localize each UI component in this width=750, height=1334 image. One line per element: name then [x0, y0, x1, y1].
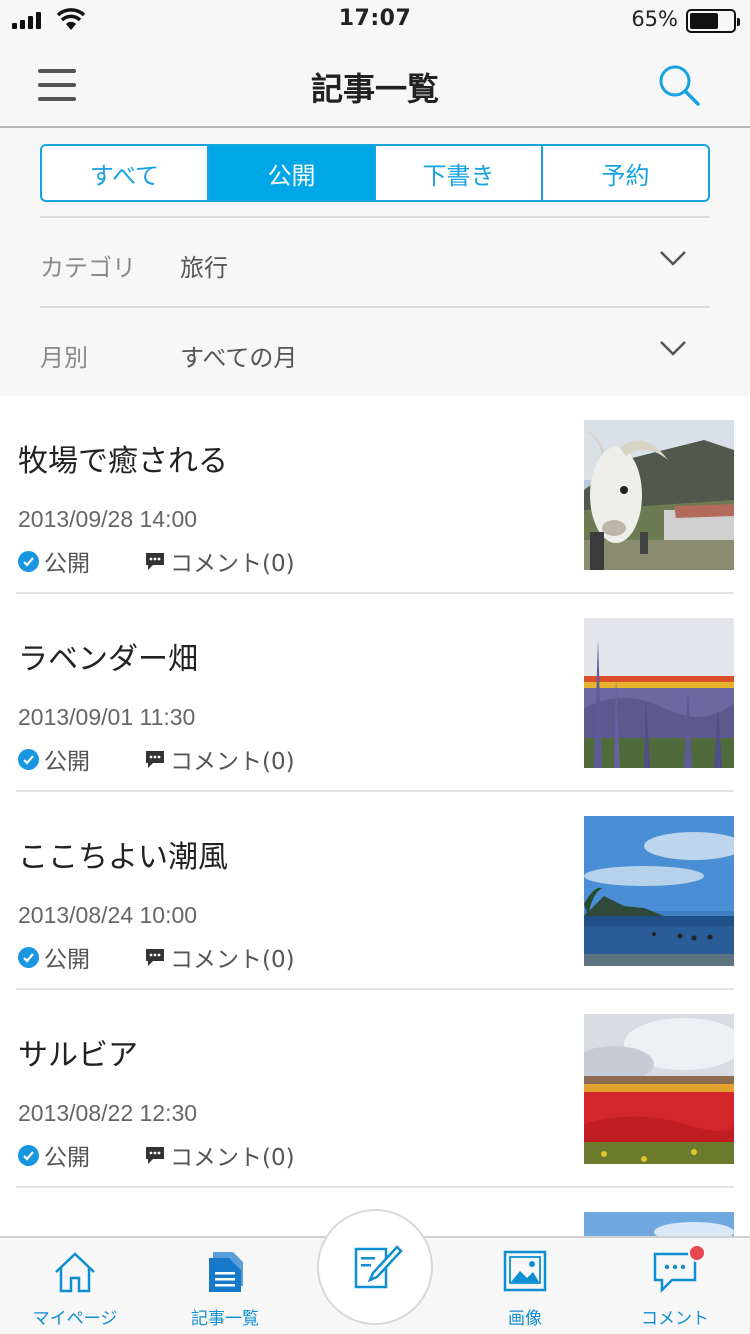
- article-comments[interactable]: コメント(0): [144, 742, 295, 776]
- category-filter-value: 旅行: [180, 254, 228, 282]
- article-meta: 公開 コメント(0): [18, 940, 295, 974]
- check-circle-icon: [18, 550, 39, 572]
- status-segmented-control: すべて 公開 下書き 予約: [40, 144, 710, 202]
- goat-photo: [584, 420, 734, 570]
- navigation-bar: 記事一覧: [0, 40, 750, 128]
- article-status: 公開: [18, 544, 144, 578]
- ocean-photo: [584, 816, 734, 966]
- tab-comments-label: コメント: [641, 1309, 709, 1329]
- comment-bubble-icon: [146, 949, 164, 966]
- article-date: 2013/08/22 12:30: [18, 1100, 198, 1126]
- segment-published[interactable]: 公開: [207, 146, 374, 200]
- article-date: 2013/09/01 11:30: [18, 704, 196, 730]
- article-status-label: 公開: [44, 551, 90, 577]
- article-list: 牧場で癒される 2013/09/28 14:00 公開 コメント(0) ラベンダ…: [0, 396, 750, 1238]
- article-title: サルビア: [18, 1038, 138, 1073]
- pencil-icon: [354, 1245, 403, 1289]
- article-comments[interactable]: コメント(0): [144, 940, 295, 974]
- chevron-down-icon: [660, 341, 686, 356]
- image-icon: [503, 1250, 547, 1292]
- battery-icon: [686, 9, 740, 33]
- document-icon: [209, 1252, 243, 1292]
- article-title: ラベンダー畑: [18, 642, 198, 677]
- article-status: 公開: [18, 1138, 144, 1172]
- comment-bubble-icon: [146, 553, 164, 570]
- tab-images-label: 画像: [508, 1309, 542, 1329]
- tab-comments[interactable]: コメント: [600, 1238, 750, 1334]
- article-status-label: 公開: [44, 749, 90, 775]
- check-circle-icon: [18, 946, 39, 968]
- search-icon[interactable]: [656, 62, 702, 108]
- article-row[interactable]: ここちよい潮風 2013/08/24 10:00 公開 コメント(0): [16, 792, 734, 990]
- tab-articles-label: 記事一覧: [191, 1309, 259, 1329]
- category-filter-label: カテゴリ: [40, 254, 136, 282]
- article-title: 牧場で癒される: [18, 444, 228, 479]
- comment-bubble-icon: [146, 1147, 164, 1164]
- article-date: 2013/08/24 10:00: [18, 902, 198, 928]
- compose-button[interactable]: [317, 1209, 433, 1325]
- filter-panel: すべて 公開 下書き 予約 カテゴリ 旅行 月別 すべての月: [0, 130, 750, 396]
- article-status-label: 公開: [44, 1145, 90, 1171]
- month-filter-label: 月別: [40, 344, 88, 372]
- home-icon: [55, 1252, 95, 1293]
- article-comments[interactable]: コメント(0): [144, 544, 295, 578]
- month-filter-value: すべての月: [180, 344, 298, 372]
- article-meta: 公開 コメント(0): [18, 544, 295, 578]
- article-status: 公開: [18, 940, 144, 974]
- lavender-photo: [584, 618, 734, 768]
- article-status-label: 公開: [44, 947, 90, 973]
- article-date: 2013/09/28 14:00: [18, 506, 198, 532]
- article-comments-label: コメント(0): [170, 749, 295, 775]
- category-filter-row[interactable]: カテゴリ 旅行: [40, 216, 710, 306]
- article-meta: 公開 コメント(0): [18, 1138, 295, 1172]
- article-row[interactable]: サルビア 2013/08/22 12:30 公開 コメント(0): [16, 990, 734, 1188]
- article-row[interactable]: 牧場で癒される 2013/09/28 14:00 公開 コメント(0): [16, 396, 734, 594]
- article-comments[interactable]: コメント(0): [144, 1138, 295, 1172]
- page-title: 記事一覧: [310, 70, 439, 108]
- check-circle-icon: [18, 1144, 39, 1166]
- check-circle-icon: [18, 748, 39, 770]
- segment-all[interactable]: すべて: [42, 146, 207, 200]
- battery-percentage: 65%: [631, 7, 678, 31]
- hamburger-menu-icon[interactable]: [38, 68, 78, 102]
- article-comments-label: コメント(0): [170, 947, 295, 973]
- salvia-photo: [584, 1014, 734, 1164]
- comment-bubble-icon: [146, 751, 164, 768]
- tab-articles[interactable]: 記事一覧: [150, 1238, 300, 1334]
- article-meta: 公開 コメント(0): [18, 742, 295, 776]
- status-bar: 17:07 65%: [0, 0, 750, 40]
- tab-my-page-label: マイページ: [32, 1309, 118, 1329]
- segment-draft[interactable]: 下書き: [374, 146, 541, 200]
- tab-my-page[interactable]: マイページ: [0, 1238, 150, 1334]
- article-status: 公開: [18, 742, 144, 776]
- article-title: ここちよい潮風: [18, 840, 228, 875]
- sky-photo: [584, 1212, 734, 1238]
- segment-scheduled[interactable]: 予約: [541, 146, 708, 200]
- chevron-down-icon: [660, 251, 686, 266]
- article-row[interactable]: ラベンダー畑 2013/09/01 11:30 公開 コメント(0): [16, 594, 734, 792]
- article-comments-label: コメント(0): [170, 551, 295, 577]
- notification-badge: [688, 1244, 706, 1262]
- tab-images[interactable]: 画像: [450, 1238, 600, 1334]
- article-comments-label: コメント(0): [170, 1145, 295, 1171]
- month-filter-row[interactable]: 月別 すべての月: [40, 306, 710, 396]
